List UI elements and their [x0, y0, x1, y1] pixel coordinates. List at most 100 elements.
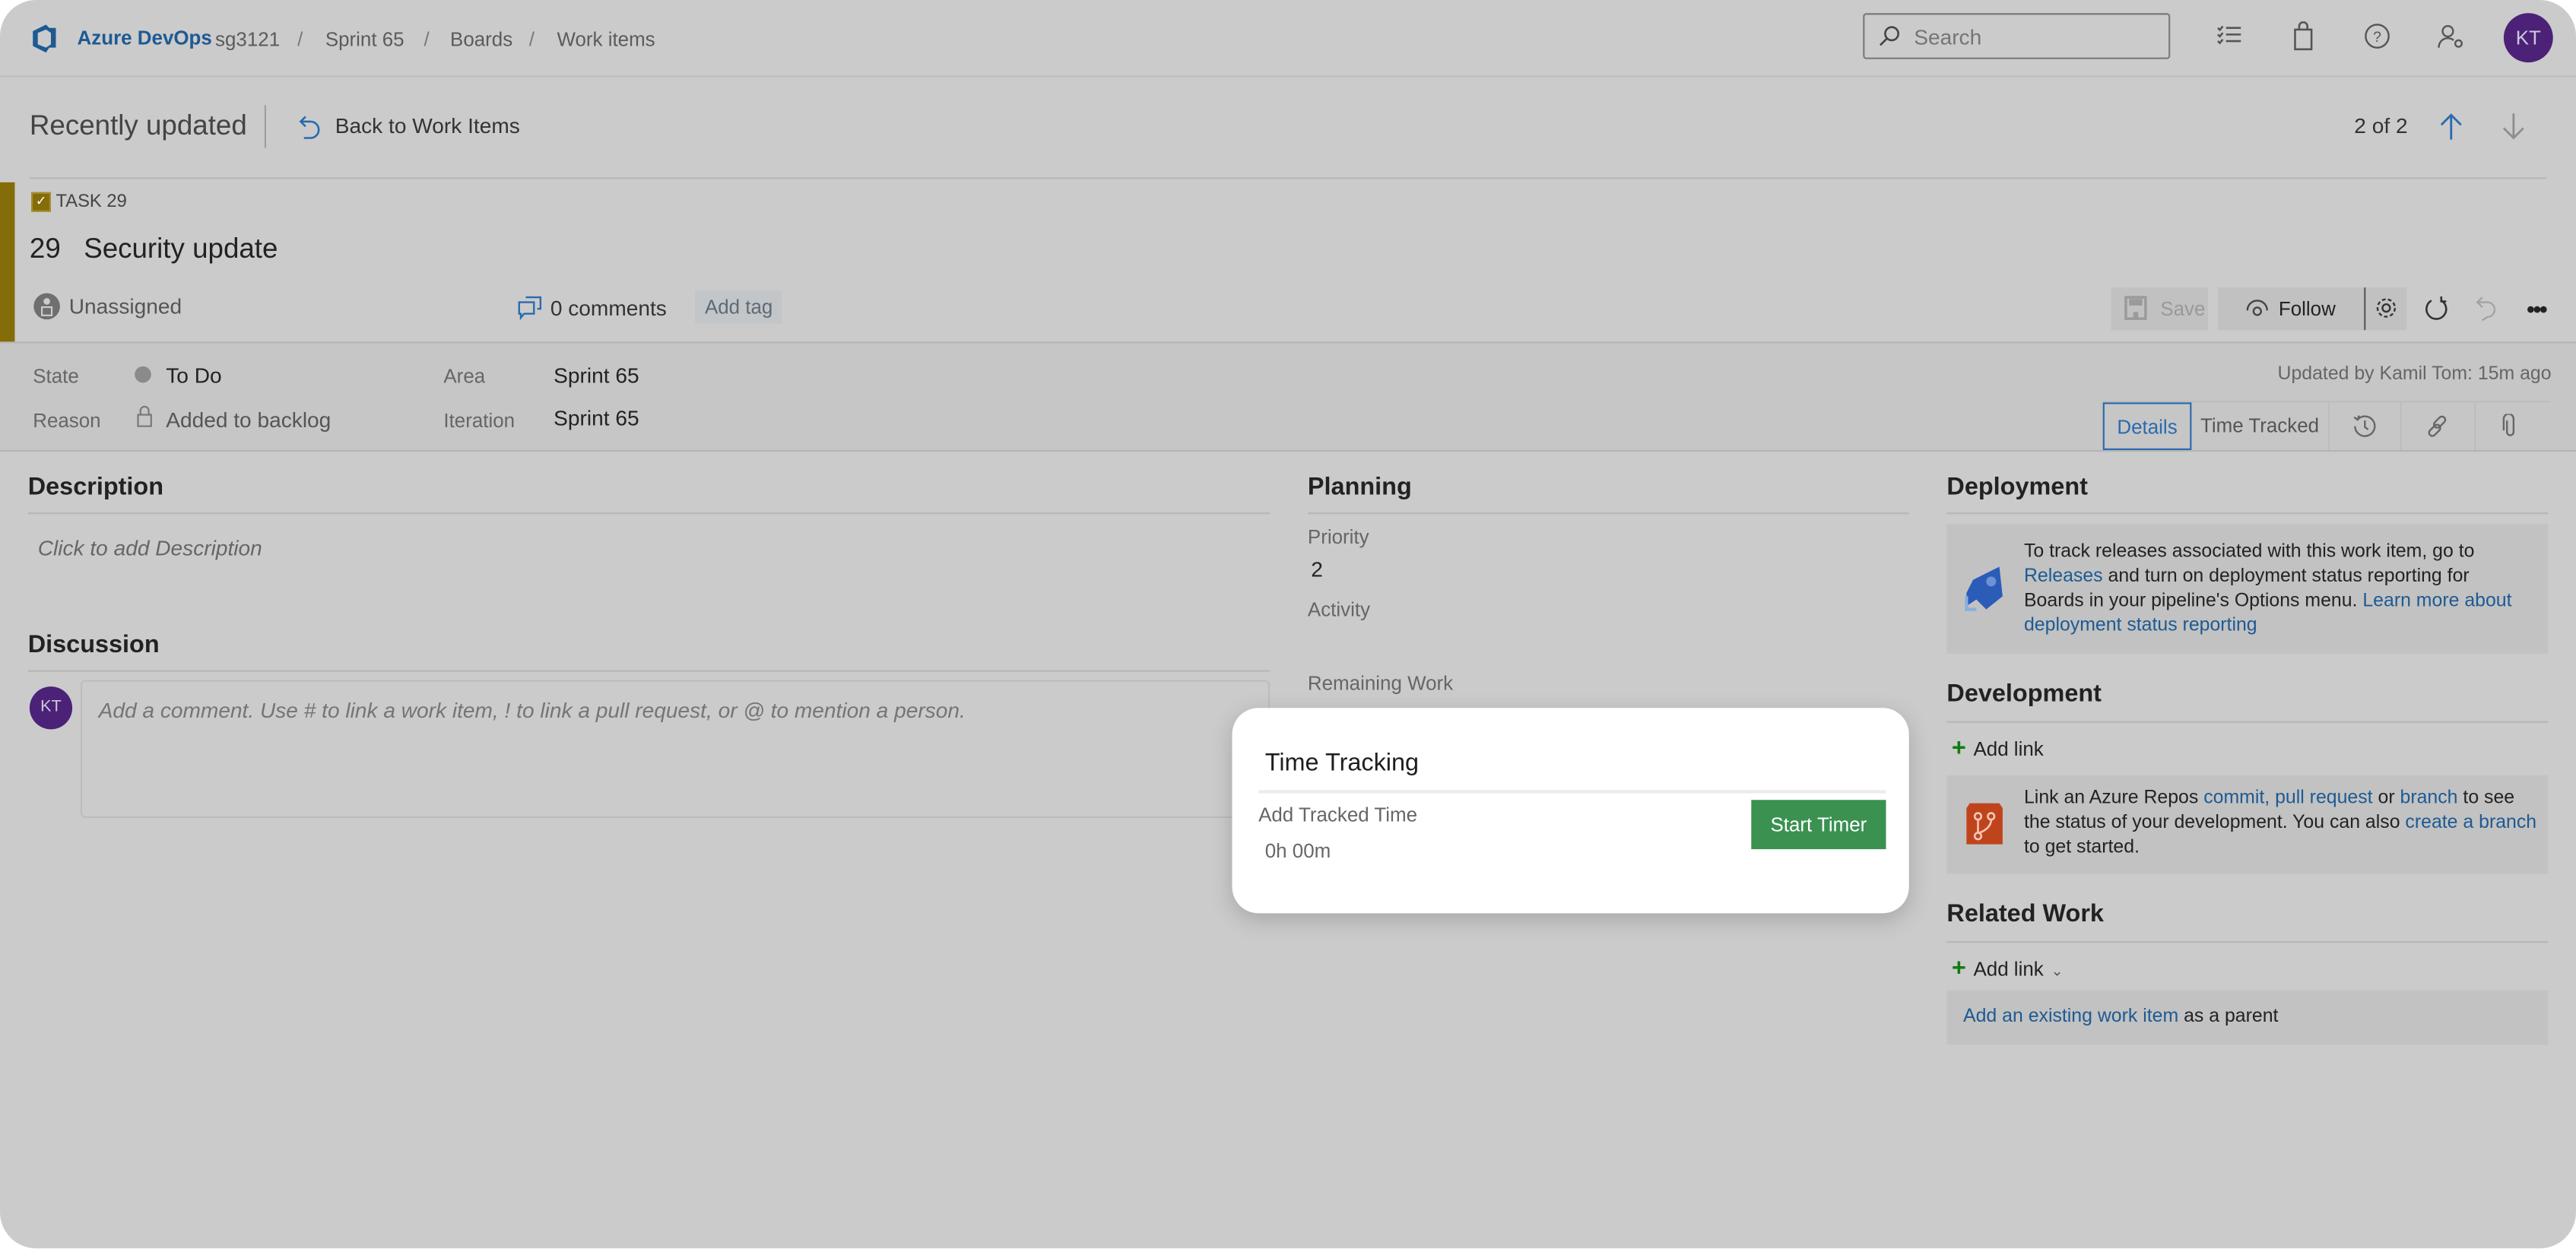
work-item-type-label: TASK 29: [56, 192, 127, 212]
search-input[interactable]: [1910, 23, 2164, 51]
area-label: Area: [443, 364, 486, 388]
development-text: Link an Azure Repos: [2023, 788, 2204, 809]
divider: [1258, 790, 1886, 794]
save-button[interactable]: Save: [2111, 287, 2208, 331]
undo-icon[interactable]: [2476, 296, 2498, 322]
commit-link[interactable]: commit,: [2203, 788, 2270, 808]
breadcrumb-project[interactable]: Sprint 65: [325, 28, 404, 51]
tab-links[interactable]: [2402, 402, 2476, 451]
comment-box[interactable]: [80, 680, 1271, 819]
updated-by-text[interactable]: Updated by Kamil Tom: 15m ago: [2278, 365, 2552, 385]
history-icon: [2352, 414, 2377, 438]
gear-icon: [2374, 296, 2398, 320]
assignee-field[interactable]: Unassigned: [69, 294, 182, 319]
branch-link[interactable]: branch: [2400, 788, 2458, 808]
priority-field[interactable]: 2: [1311, 556, 1323, 581]
back-to-work-items-link[interactable]: Back to Work Items: [335, 113, 520, 138]
breadcrumb-work-items[interactable]: Work items: [557, 28, 655, 51]
add-existing-work-item-link[interactable]: Add an existing work item: [1963, 1007, 2178, 1027]
deployment-heading: Deployment: [1946, 473, 2088, 502]
save-disk-icon: [2124, 296, 2147, 320]
user-avatar[interactable]: KT: [2503, 13, 2553, 63]
rocket-release-icon: [1960, 563, 2010, 613]
releases-link[interactable]: Releases: [2024, 566, 2103, 586]
azure-devops-logo-icon[interactable]: [30, 23, 61, 54]
discussion-heading: Discussion: [27, 630, 160, 659]
eye-follow-icon: [2246, 299, 2269, 319]
tracked-time-value[interactable]: 0h 00m: [1265, 839, 1331, 862]
git-repo-icon: [1963, 798, 2006, 848]
divider: [1946, 512, 2549, 515]
top-navigation-bar: Azure DevOps sg3121 / Sprint 65 / Boards…: [0, 0, 2576, 78]
create-branch-link[interactable]: create a branch: [2405, 813, 2536, 833]
development-add-link-button[interactable]: + Add link: [1952, 734, 2044, 764]
settings-button[interactable]: [2365, 287, 2407, 331]
task-list-icon[interactable]: [2215, 21, 2244, 51]
refresh-icon[interactable]: [2425, 296, 2449, 322]
work-item-title[interactable]: Security update: [84, 233, 278, 266]
page-title: Recently updated: [29, 109, 247, 141]
divider: [1946, 721, 2549, 723]
divider: [1307, 512, 1909, 515]
activity-field[interactable]: [1308, 627, 1909, 660]
comments-icon[interactable]: [518, 296, 542, 321]
related-text: as a parent: [2178, 1006, 2279, 1027]
add-tag-button[interactable]: Add tag: [694, 290, 783, 324]
lock-icon: [136, 405, 153, 427]
development-text: to get started.: [2023, 837, 2140, 857]
tab-history[interactable]: [2330, 402, 2402, 451]
follow-button[interactable]: Follow: [2217, 287, 2365, 331]
search-icon: [1878, 24, 1901, 47]
comment-input[interactable]: [95, 694, 1252, 810]
back-undo-icon[interactable]: [297, 113, 322, 140]
add-link-label: Add link: [1973, 957, 2044, 981]
time-tracking-dialog: Time Tracking Add Tracked Time 0h 00m St…: [1232, 708, 1909, 914]
reason-value: Added to backlog: [166, 407, 332, 433]
previous-arrow-up-icon[interactable]: [2438, 112, 2464, 141]
tab-time-tracked[interactable]: Time Tracked: [2191, 402, 2330, 451]
planning-heading: Planning: [1307, 473, 1412, 502]
tab-attachments[interactable]: [2476, 402, 2549, 450]
deployment-info-box: To track releases associated with this w…: [1946, 524, 2549, 654]
link-icon: [2425, 414, 2449, 438]
divider: [27, 670, 1271, 672]
breadcrumb-boards[interactable]: Boards: [450, 28, 512, 51]
development-info-box: Link an Azure Repos commit, pull request…: [1946, 775, 2549, 874]
add-link-label: Add link: [1973, 737, 2044, 761]
work-item-tabs: Details Time Tracked: [2102, 401, 2550, 452]
next-arrow-down-icon[interactable]: [2501, 112, 2527, 141]
deployment-info-text: To track releases associated with this w…: [2024, 540, 2533, 639]
help-icon[interactable]: ?: [2362, 21, 2392, 51]
related-work-info-box: Add an existing work item as a parent: [1946, 990, 2549, 1045]
tab-details[interactable]: Details: [2102, 402, 2192, 451]
brand-name[interactable]: Azure DevOps: [78, 27, 212, 49]
comments-count-link[interactable]: 0 comments: [550, 296, 667, 320]
dialog-title: Time Tracking: [1264, 749, 1420, 778]
comment-author-avatar: KT: [29, 686, 73, 730]
activity-label: Activity: [1307, 598, 1371, 621]
development-text: or: [2372, 788, 2400, 809]
breadcrumb-organization[interactable]: sg3121: [215, 28, 280, 51]
area-field[interactable]: Sprint 65: [554, 363, 639, 388]
add-tracked-time-label: Add Tracked Time: [1258, 803, 1418, 826]
divider: [29, 177, 2547, 179]
divider: [27, 512, 1271, 515]
search-box[interactable]: [1863, 13, 2171, 59]
more-actions-ellipsis-icon[interactable]: •••: [2527, 296, 2547, 322]
unassigned-avatar-icon[interactable]: [33, 293, 61, 321]
related-work-heading: Related Work: [1946, 900, 2104, 928]
user-settings-icon[interactable]: [2436, 21, 2466, 51]
save-label: Save: [2160, 297, 2206, 321]
description-heading: Description: [27, 473, 164, 502]
iteration-field[interactable]: Sprint 65: [554, 406, 639, 430]
related-add-link-dropdown[interactable]: + Add link ⌄: [1952, 954, 2064, 984]
remaining-work-label: Remaining Work: [1307, 671, 1454, 695]
start-timer-button[interactable]: Start Timer: [1751, 800, 1886, 850]
description-field[interactable]: Click to add Description: [38, 535, 262, 560]
pull-request-link[interactable]: pull request: [2275, 788, 2372, 808]
marketplace-bag-icon[interactable]: [2289, 21, 2318, 51]
chevron-down-icon: ⌄: [2051, 962, 2064, 979]
state-dropdown[interactable]: To Do: [166, 363, 221, 388]
state-label: State: [33, 364, 79, 388]
related-work-text: Add an existing work item as a parent: [1963, 1005, 2278, 1029]
